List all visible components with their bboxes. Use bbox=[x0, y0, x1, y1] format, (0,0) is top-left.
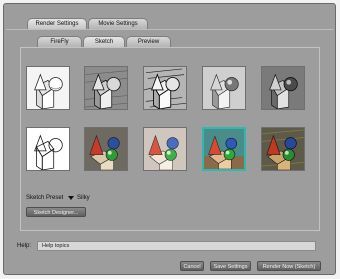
help-label: Help: bbox=[17, 243, 32, 249]
save-settings-button[interactable]: Save Settings bbox=[210, 261, 251, 271]
sketch-thumbnail-gray-shaded[interactable] bbox=[202, 66, 246, 110]
sketch-thumbnail-color-light[interactable] bbox=[143, 127, 187, 171]
sketch-thumbnail-pencil-clean[interactable] bbox=[26, 66, 70, 110]
sketch-preview-image bbox=[144, 128, 186, 170]
render-now-button[interactable]: Render Now (Sketch) bbox=[257, 261, 321, 271]
sketch-thumbnail-scribble[interactable] bbox=[143, 66, 187, 110]
help-text: Help topics bbox=[42, 243, 70, 249]
tab-firefly[interactable]: FireFly bbox=[37, 36, 82, 47]
cancel-button[interactable]: Cancel bbox=[180, 261, 204, 271]
sketch-preview-image bbox=[144, 67, 186, 109]
sketch-preview-image bbox=[262, 67, 304, 109]
tab-movie-settings[interactable]: Movie Settings bbox=[88, 18, 148, 29]
sketch-preview-image bbox=[262, 128, 304, 170]
tab-preview[interactable]: Preview bbox=[126, 36, 171, 47]
sketch-preset-label: Sketch Preset bbox=[26, 195, 64, 201]
tab-render-settings[interactable]: Render Settings bbox=[27, 18, 87, 29]
tab-sketch[interactable]: Sketch bbox=[83, 36, 125, 47]
sketch-thumbnail-color-dark[interactable] bbox=[84, 127, 128, 171]
sketch-preview-image bbox=[85, 67, 127, 109]
sketch-designer-button[interactable]: Sketch Designer... bbox=[26, 207, 86, 217]
sketch-thumbnail-color-silky[interactable] bbox=[202, 127, 246, 171]
sketch-preset-value[interactable]: Silky bbox=[77, 195, 90, 201]
sketch-preview-image bbox=[204, 129, 244, 169]
sketch-preview-image bbox=[27, 128, 69, 170]
tab-divider bbox=[6, 29, 333, 30]
sketch-preview-image bbox=[27, 67, 69, 109]
sketch-thumbnail-dark-shaded[interactable] bbox=[261, 66, 305, 110]
sketch-thumbnail-dark-hatch[interactable] bbox=[84, 66, 128, 110]
dropdown-arrow-icon[interactable] bbox=[68, 196, 74, 200]
sketch-preview-image bbox=[203, 67, 245, 109]
sketch-preview-image bbox=[85, 128, 127, 170]
sketch-thumbnail-line-art[interactable] bbox=[26, 127, 70, 171]
sketch-thumbnail-color-rough[interactable] bbox=[261, 127, 305, 171]
help-text-field: Help topics bbox=[37, 241, 316, 251]
